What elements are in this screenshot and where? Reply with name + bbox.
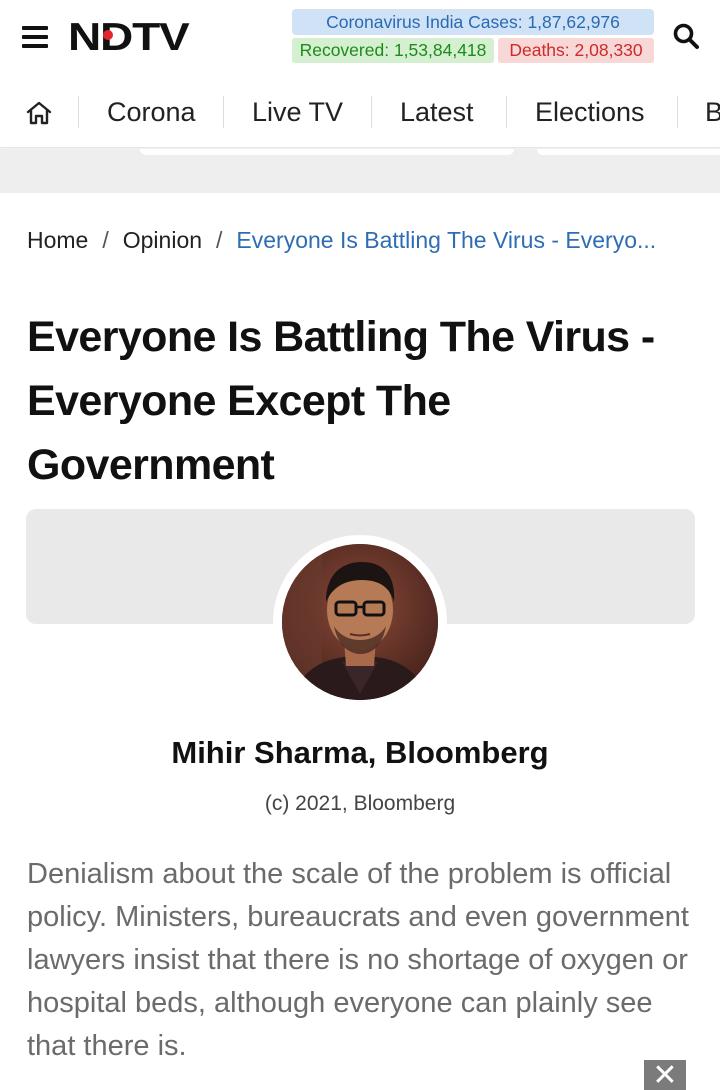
nav-divider xyxy=(78,96,79,128)
deaths-value: 2,08,330 xyxy=(574,40,643,60)
close-icon: ✕ xyxy=(652,1059,678,1090)
ndtv-logo[interactable]: NDTV xyxy=(68,16,190,59)
home-icon[interactable] xyxy=(25,99,53,127)
cases-label: Coronavirus India Cases: xyxy=(326,12,523,32)
search-icon[interactable] xyxy=(672,22,700,50)
nav-item-partial[interactable]: B xyxy=(705,94,720,130)
breadcrumb-opinion[interactable]: Opinion xyxy=(123,227,202,253)
covid-stats-widget[interactable]: Coronavirus India Cases: 1,87,62,976 Rec… xyxy=(292,9,654,63)
breadcrumb-home[interactable]: Home xyxy=(27,227,88,253)
breadcrumb-current[interactable]: Everyone Is Battling The Virus - Everyo.… xyxy=(236,227,656,253)
author-photo xyxy=(282,544,438,700)
article-lede: Denialism about the scale of the problem… xyxy=(27,858,689,1062)
nav-item-live-tv[interactable]: Live TV xyxy=(252,94,343,130)
deaths-badge: Deaths: 2,08,330 xyxy=(498,38,654,63)
author-name[interactable]: Mihir Sharma, Bloomberg xyxy=(0,735,720,771)
author-credit: (c) 2021, Bloomberg xyxy=(264,792,456,815)
subnav-card xyxy=(537,149,720,155)
recovered-badge: Recovered: 1,53,84,418 xyxy=(292,38,494,63)
nav-divider xyxy=(677,96,678,128)
nav-divider xyxy=(506,96,507,128)
breadcrumb-separator: / xyxy=(216,227,223,253)
cases-value: 1,87,62,976 xyxy=(527,12,620,32)
nav-item-elections[interactable]: Elections xyxy=(535,94,645,130)
logo-red-dot xyxy=(103,30,113,40)
breadcrumb: Home / Opinion / Everyone Is Battling The Vi… xyxy=(27,224,656,256)
top-bar: NDTV Coronavirus India Cases: 1,87,62,97… xyxy=(0,0,720,78)
subnav-band xyxy=(0,149,720,193)
nav-item-corona[interactable]: Corona xyxy=(107,94,196,130)
nav-item-latest[interactable]: Latest xyxy=(400,94,474,130)
main-nav: Corona Live TV Latest Elections B xyxy=(0,78,720,148)
cases-badge: Coronavirus India Cases: 1,87,62,976 xyxy=(292,9,654,35)
nav-divider xyxy=(371,96,372,128)
article-title: Everyone Is Battling The Virus - Everyon… xyxy=(27,313,655,489)
breadcrumb-separator: / xyxy=(102,227,109,253)
author-avatar[interactable] xyxy=(282,544,438,700)
close-ad-button[interactable]: ✕ xyxy=(644,1060,686,1090)
hamburger-menu-icon[interactable] xyxy=(22,26,48,48)
nav-divider xyxy=(223,96,224,128)
deaths-label: Deaths: xyxy=(509,40,570,60)
recovered-value: 1,53,84,418 xyxy=(393,40,487,60)
recovered-label: Recovered: xyxy=(299,40,390,60)
logo-text: NDTV xyxy=(68,16,190,59)
subnav-card xyxy=(140,149,514,155)
